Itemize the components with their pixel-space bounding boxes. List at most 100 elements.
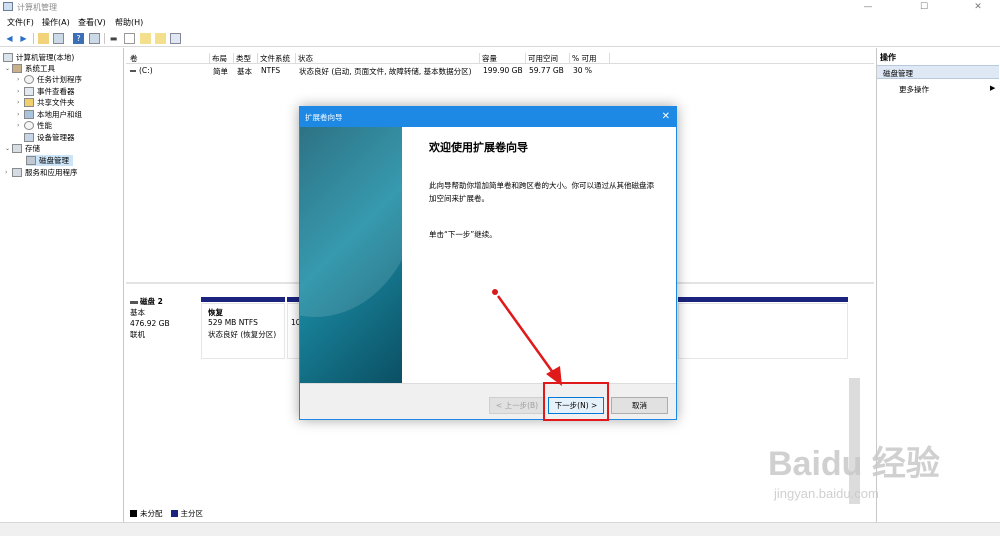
partition-name: 恢复 <box>208 308 223 317</box>
volume-name: (C:) <box>139 66 153 75</box>
properties-icon[interactable] <box>155 33 166 44</box>
column-header-capacity[interactable]: 容量 <box>480 53 526 64</box>
wizard-heading: 欢迎使用扩展卷向导 <box>429 141 528 154</box>
layout-cell: 简单 <box>213 67 228 76</box>
chevron-right-icon[interactable]: ▶ <box>990 84 995 92</box>
column-header-free-space[interactable]: 可用空间 <box>526 53 570 64</box>
chevron-right-icon[interactable]: › <box>5 169 12 176</box>
menu-view[interactable]: 查看(V) <box>78 17 106 28</box>
table-row[interactable]: (C:) 简单 基本 NTFS 状态良好 (启动, 页面文件, 故障转储, 基本… <box>126 65 874 76</box>
legend-primary: 主分区 <box>180 509 204 518</box>
performance-gauge-icon <box>24 121 34 130</box>
tree-item-task-scheduler[interactable]: › 任务计划程序 <box>17 74 82 85</box>
menu-bar: 文件(F) 操作(A) 查看(V) 帮助(H) <box>0 15 1000 29</box>
chevron-right-icon[interactable]: › <box>17 76 24 83</box>
column-header-volume[interactable]: 卷 <box>128 53 210 64</box>
disk-state: 联机 <box>130 330 145 339</box>
computer-icon <box>3 53 13 62</box>
tree-item-local-users[interactable]: › 本地用户和组 <box>17 109 82 120</box>
toolbar-separator <box>104 33 105 44</box>
chevron-right-icon[interactable]: › <box>17 111 24 118</box>
tree-item-label: 存储 <box>25 144 40 153</box>
disk-info[interactable]: 磁盘 2 基本 476.92 GB 联机 <box>130 296 170 340</box>
shared-folder-icon <box>24 98 34 107</box>
computer-management-icon <box>3 2 13 11</box>
partition-status: 状态良好 (恢复分区) <box>208 330 277 339</box>
close-icon[interactable]: ✕ <box>662 111 670 123</box>
back-button[interactable]: < 上一步(B) <box>489 397 545 414</box>
actions-section-disk-management[interactable]: 磁盘管理 <box>877 65 999 79</box>
tree-item-disk-management[interactable]: 磁盘管理 <box>26 155 73 166</box>
tree-item-root[interactable]: 计算机管理(本地) <box>3 52 74 63</box>
chevron-down-icon[interactable]: ⌄ <box>5 145 12 152</box>
console-tree: 计算机管理(本地) ⌄ 系统工具 › 任务计划程序 › 事件查看器 › 共享文件… <box>0 48 124 522</box>
action-pane-icon[interactable] <box>89 33 100 44</box>
clock-icon <box>24 75 34 84</box>
tree-item-label: 事件查看器 <box>37 87 75 96</box>
filesystem-cell: NTFS <box>261 66 281 75</box>
tree-item-services[interactable]: › 服务和应用程序 <box>5 167 78 178</box>
toolbar: ◀ ▶ ? ▬ <box>0 30 1000 47</box>
tree-item-label: 服务和应用程序 <box>25 168 78 177</box>
tree-item-device-manager[interactable]: 设备管理器 <box>24 132 75 143</box>
column-header-type[interactable]: 类型 <box>234 53 258 64</box>
wizard-description: 此向导帮助你增加简单卷和跨区卷的大小。你可以通过从其他磁盘添加空间来扩展卷。 <box>429 181 654 203</box>
banner-decoration <box>300 127 402 317</box>
connect-icon[interactable]: ▬ <box>108 33 119 44</box>
unallocated-swatch <box>130 510 137 517</box>
tree-item-performance[interactable]: › 性能 <box>17 120 52 131</box>
chevron-down-icon[interactable]: ⌄ <box>5 65 12 72</box>
back-arrow-icon[interactable]: ◀ <box>4 33 15 44</box>
toolbar-separator <box>33 33 34 44</box>
tree-item-label: 性能 <box>37 121 52 130</box>
percent-free-cell: 30 % <box>573 66 593 75</box>
more-actions-link[interactable]: 更多操作 <box>899 84 929 95</box>
partition-size: 529 MB NTFS <box>208 318 258 327</box>
folder-up-icon[interactable] <box>38 33 49 44</box>
chevron-right-icon[interactable]: › <box>17 99 24 106</box>
disk-icon <box>26 156 36 165</box>
menu-help[interactable]: 帮助(H) <box>115 17 143 28</box>
forward-arrow-icon[interactable]: ▶ <box>18 33 29 44</box>
window-titlebar: 计算机管理 — ☐ ✕ <box>0 0 1000 14</box>
baidu-watermark: Baidu 经验 jingyan.baidu.com <box>760 426 960 516</box>
chevron-right-icon[interactable]: › <box>17 122 24 129</box>
tree-item-label: 本地用户和组 <box>37 110 82 119</box>
actions-title: 操作 <box>880 53 896 62</box>
check-doc-icon[interactable] <box>124 33 135 44</box>
chevron-right-icon[interactable]: › <box>17 88 24 95</box>
maximize-button[interactable]: ☐ <box>902 0 946 14</box>
menu-file[interactable]: 文件(F) <box>7 17 34 28</box>
search-doc-icon[interactable] <box>140 33 151 44</box>
column-header-status[interactable]: 状态 <box>296 53 480 64</box>
tools-icon <box>12 64 22 73</box>
column-header-filesystem[interactable]: 文件系统 <box>258 53 296 64</box>
partition-header-bar <box>678 297 848 302</box>
cancel-button[interactable]: 取消 <box>611 397 668 414</box>
close-window-button[interactable]: ✕ <box>956 0 1000 14</box>
tree-item-label: 设备管理器 <box>37 133 75 142</box>
free-space-cell: 59.77 GB <box>529 66 564 75</box>
dialog-titlebar[interactable]: 扩展卷向导 ✕ <box>300 107 676 127</box>
wizard-side-banner <box>300 127 402 383</box>
tree-item-system-tools[interactable]: ⌄ 系统工具 <box>5 63 55 74</box>
column-header-percent-free[interactable]: % 可用 <box>570 53 610 64</box>
tree-item-event-viewer[interactable]: › 事件查看器 <box>17 86 75 97</box>
tree-item-shared-folders[interactable]: › 共享文件夹 <box>17 97 75 108</box>
primary-swatch <box>170 510 178 517</box>
column-header-layout[interactable]: 布局 <box>210 53 234 64</box>
disk-icon <box>130 300 138 304</box>
menu-action[interactable]: 操作(A) <box>42 17 70 28</box>
tree-item-storage[interactable]: ⌄ 存储 <box>5 143 40 154</box>
services-icon <box>12 168 22 177</box>
wizard-continue-hint: 单击“下一步”继续。 <box>429 230 497 239</box>
minimize-button[interactable]: — <box>846 0 890 14</box>
console-tree-icon[interactable] <box>53 33 64 44</box>
window-title: 计算机管理 <box>17 3 57 12</box>
help-icon[interactable]: ? <box>73 33 84 44</box>
view-list-icon[interactable] <box>170 33 181 44</box>
annotation-dot <box>492 289 498 295</box>
partition-recovery[interactable]: 恢复 529 MB NTFS 状态良好 (恢复分区) <box>201 303 285 359</box>
partition-right[interactable] <box>678 303 848 359</box>
storage-icon <box>12 144 22 153</box>
